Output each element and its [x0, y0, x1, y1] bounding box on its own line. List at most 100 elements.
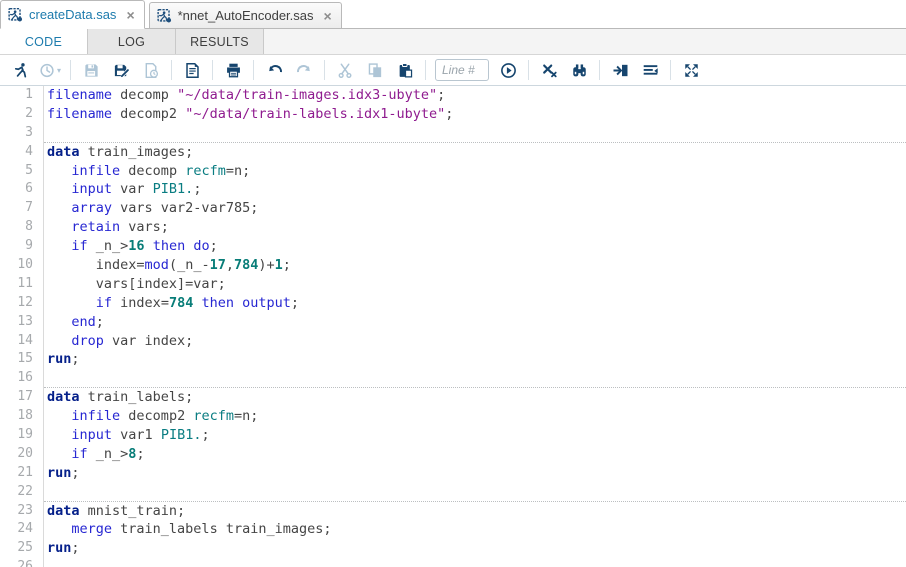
- line-number: 21: [0, 463, 44, 483]
- print-icon: [225, 62, 242, 79]
- code-line[interactable]: 10 index=mod(_n_-17,784)+1;: [0, 256, 906, 275]
- doc-clock-icon: [143, 62, 160, 79]
- code-line[interactable]: 23 data mnist_train;: [0, 501, 906, 521]
- code-token: "~/data/train-images.idx3-ubyte": [177, 87, 438, 103]
- code-token: merge: [71, 521, 113, 538]
- line-number: 8: [0, 218, 44, 238]
- print-button[interactable]: [219, 57, 247, 83]
- tab-log[interactable]: LOG: [88, 29, 176, 54]
- code-line[interactable]: 24 merge train_labels train_images;: [0, 520, 906, 540]
- goto-line-button[interactable]: [494, 57, 522, 83]
- code-line[interactable]: 9 if _n_>16 then do;: [0, 237, 906, 257]
- format-code-button[interactable]: [606, 57, 634, 83]
- code-line[interactable]: 16: [0, 369, 906, 389]
- close-tab-icon[interactable]: ×: [126, 8, 134, 22]
- code-line[interactable]: 7 array vars var2-var785;: [0, 199, 906, 219]
- code-token: (_n_-: [168, 257, 210, 274]
- line-number: 2: [0, 104, 44, 124]
- code-token: 784: [233, 257, 259, 274]
- submission-history-button: ▾: [36, 57, 64, 83]
- code-line[interactable]: 19 input var1 PIB1.;: [0, 426, 906, 445]
- code-token: _n_>: [87, 445, 129, 462]
- code-line[interactable]: 11 vars[index]=var;: [0, 274, 906, 294]
- dropdown-caret-icon: ▾: [56, 65, 61, 75]
- code-line[interactable]: 13 end;: [0, 312, 906, 332]
- code-line-text: filename decomp "~/data/train-images.idx…: [44, 86, 906, 105]
- document-tab-label: *nnet_AutoEncoder.sas: [177, 8, 314, 23]
- code-line[interactable]: 17 data train_labels;: [0, 388, 906, 408]
- code-token: _n_>: [87, 238, 129, 255]
- close-tab-icon[interactable]: ×: [324, 9, 332, 23]
- code-line[interactable]: 3: [0, 123, 906, 143]
- outdent-icon: [642, 62, 659, 79]
- code-line-text: index=mod(_n_-17,784)+1;: [44, 256, 906, 275]
- code-line[interactable]: 14 drop var index;: [0, 331, 906, 351]
- code-token: mnist_train;: [79, 502, 186, 519]
- code-token: recfm: [193, 408, 234, 425]
- code-token: ;: [282, 257, 291, 274]
- maximize-view-button[interactable]: [677, 57, 705, 83]
- sas-program-icon: [157, 8, 172, 23]
- code-line[interactable]: 20 if _n_>8;: [0, 444, 906, 464]
- undo-icon: [266, 62, 283, 79]
- goto-line-input[interactable]: [435, 59, 489, 81]
- code-token: filename: [47, 87, 113, 103]
- code-line[interactable]: 12 if index=784 then output;: [0, 293, 906, 313]
- code-line[interactable]: 25 run;: [0, 539, 906, 559]
- find-replace-button[interactable]: [565, 57, 593, 83]
- code-editor[interactable]: 1 filename decomp "~/data/train-images.id…: [0, 86, 906, 567]
- run-button[interactable]: [6, 57, 34, 83]
- code-line[interactable]: 4 data train_images;: [0, 142, 906, 162]
- code-line[interactable]: 5 infile decomp recfm=n;: [0, 161, 906, 181]
- code-line[interactable]: 15 run;: [0, 350, 906, 370]
- code-line[interactable]: 21 run;: [0, 463, 906, 483]
- line-number: 17: [0, 388, 44, 408]
- format-options-button[interactable]: [636, 57, 664, 83]
- code-line-text: drop var index;: [44, 332, 906, 351]
- code-line-text: run;: [44, 539, 906, 558]
- toolbar-separator: [171, 60, 172, 80]
- code-token: ;: [71, 464, 80, 481]
- code-token: do: [193, 238, 210, 255]
- code-line-text: if index=784 then output;: [44, 294, 906, 313]
- code-token: ;: [290, 294, 300, 311]
- clear-code-button[interactable]: [535, 57, 563, 83]
- clear-icon: [541, 62, 558, 79]
- paste-button[interactable]: [391, 57, 419, 83]
- code-token: output: [242, 294, 291, 311]
- toolbar-separator: [212, 60, 213, 80]
- document-tab-2[interactable]: *nnet_AutoEncoder.sas ×: [148, 2, 342, 28]
- line-number: 9: [0, 237, 44, 257]
- code-line-text: if _n_>16 then do;: [44, 237, 906, 256]
- tab-results[interactable]: RESULTS: [176, 29, 264, 54]
- code-line-text: input var PIB1.;: [44, 180, 906, 199]
- line-number: 24: [0, 520, 44, 540]
- tab-code[interactable]: CODE: [0, 29, 88, 54]
- editor-toolbar: ▾: [0, 55, 906, 86]
- document-tab-1[interactable]: createData.sas ×: [0, 0, 145, 29]
- undo-button[interactable]: [260, 57, 288, 83]
- code-token: vars[index]=var;: [47, 275, 226, 292]
- line-number: 20: [0, 444, 44, 464]
- document-tab-bar: createData.sas × *nnet_AutoEncoder.sas ×: [0, 0, 906, 29]
- code-token: ;: [71, 540, 80, 557]
- code-line[interactable]: 1 filename decomp "~/data/train-images.id…: [0, 86, 906, 105]
- code-line[interactable]: 8 retain vars;: [0, 218, 906, 238]
- line-number: 1: [0, 86, 44, 105]
- code-line[interactable]: 22: [0, 482, 906, 502]
- save-as-button[interactable]: [107, 57, 135, 83]
- document-tab-label: createData.sas: [29, 7, 117, 22]
- code-line[interactable]: 2 filename decomp2 "~/data/train-labels.i…: [0, 104, 906, 124]
- edit-source-button[interactable]: [178, 57, 206, 83]
- code-line[interactable]: 6 input var PIB1.;: [0, 180, 906, 200]
- code-line[interactable]: 18 infile decomp2 recfm=n;: [0, 407, 906, 427]
- code-line[interactable]: 26: [0, 558, 906, 567]
